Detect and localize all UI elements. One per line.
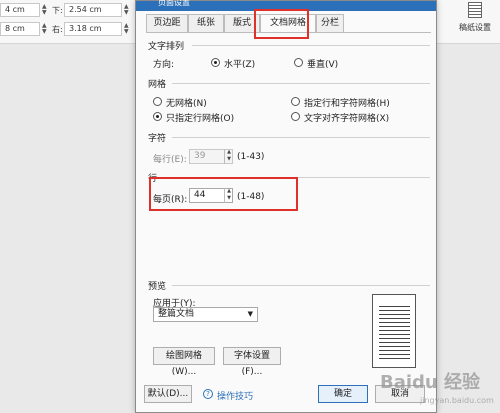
divider <box>192 45 430 46</box>
divider <box>172 285 430 286</box>
divider <box>172 137 430 138</box>
preview-lines <box>379 303 410 361</box>
manuscript-icon <box>468 2 482 18</box>
vertical-radio-label[interactable]: 垂直(V) <box>307 57 338 70</box>
spin-icon[interactable]: ▲ ▼ <box>42 4 47 16</box>
spin-icon[interactable]: ▲ ▼ <box>124 4 129 16</box>
manuscript-settings-button[interactable]: 稿纸设置 <box>455 2 495 40</box>
manuscript-label: 稿纸设置 <box>459 23 491 32</box>
text-direction-title: 文字排列 <box>148 42 185 52</box>
grid-title: 网格 <box>148 80 167 90</box>
spin-icon[interactable]: ▲ ▼ <box>42 23 47 35</box>
right-label: 右: <box>52 25 63 34</box>
spin-icon[interactable]: ▲ ▼ <box>124 23 129 35</box>
snap-char-grid-radio[interactable] <box>291 112 300 121</box>
line-grid-only-label[interactable]: 只指定行网格(O) <box>166 111 234 124</box>
margin-top-field[interactable]: 4 cm <box>0 3 40 17</box>
chars-per-line-value: 39 <box>194 151 206 161</box>
ok-button[interactable]: 确定 <box>318 385 368 403</box>
apply-to-select[interactable]: 整篇文档 ▼ <box>153 307 258 322</box>
bottom-label: 下: <box>52 6 63 15</box>
highlight-box-tab <box>254 9 309 39</box>
tab-paper[interactable]: 纸张 <box>188 14 224 32</box>
direction-label: 方向: <box>153 60 175 70</box>
chars-spinner[interactable]: ▲ ▼ <box>224 149 233 164</box>
chars-per-line-label: 每行(E): <box>153 155 187 165</box>
highlight-box-lines <box>149 177 298 211</box>
page-preview <box>372 294 416 368</box>
line-grid-only-radio[interactable] <box>153 112 162 121</box>
line-and-char-grid-label[interactable]: 指定行和字符网格(H) <box>304 96 390 109</box>
horizontal-radio[interactable] <box>211 58 220 67</box>
default-button[interactable]: 默认(D)... <box>144 385 192 403</box>
watermark: Baidu 经验 <box>380 372 481 393</box>
margin-left-field[interactable]: 8 cm <box>0 22 40 36</box>
chars-title: 字符 <box>148 134 167 144</box>
dialog-title: 页面设置 <box>158 0 190 7</box>
tab-margins[interactable]: 页边距 <box>146 14 188 32</box>
margin-bottom-field[interactable]: 2.54 cm <box>64 3 122 17</box>
watermark-url: jingyan.baidu.com <box>420 396 494 405</box>
help-icon[interactable]: ? <box>203 389 213 399</box>
tips-link[interactable]: 操作技巧 <box>217 389 253 402</box>
chevron-down-icon: ▼ <box>247 310 253 318</box>
margin-right-field[interactable]: 3.18 cm <box>64 22 122 36</box>
apply-to-value: 整篇文档 <box>158 309 195 319</box>
preview-title: 预览 <box>148 282 167 292</box>
horizontal-radio-label[interactable]: 水平(Z) <box>224 57 255 70</box>
line-and-char-grid-radio[interactable] <box>291 97 300 106</box>
vertical-radio[interactable] <box>294 58 303 67</box>
draw-grid-button[interactable]: 绘图网格(W)... <box>153 347 215 377</box>
no-grid-label[interactable]: 无网格(N) <box>166 96 207 109</box>
divider <box>172 83 430 84</box>
page-setup-dialog: 页面设置 页边距 纸张 版式 文档网格 分栏 文字排列 方向: 水平(Z) 垂直… <box>135 0 437 413</box>
tab-columns[interactable]: 分栏 <box>316 14 344 32</box>
snap-char-grid-label[interactable]: 文字对齐字符网格(X) <box>304 111 389 124</box>
chars-range: (1-43) <box>237 152 265 162</box>
no-grid-radio[interactable] <box>153 97 162 106</box>
font-settings-button[interactable]: 字体设置(F)... <box>223 347 281 377</box>
